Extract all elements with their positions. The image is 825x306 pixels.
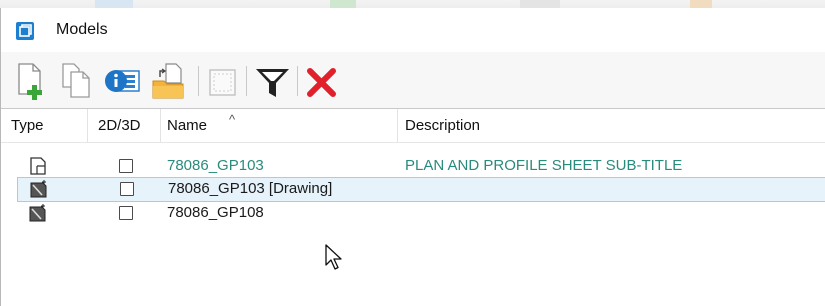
2d3d-checkbox[interactable] xyxy=(119,206,133,220)
2d3d-checkbox[interactable] xyxy=(120,182,134,196)
import-folder-icon xyxy=(152,63,184,99)
toolbar xyxy=(1,52,825,109)
import-model-button[interactable] xyxy=(150,61,190,101)
table-row[interactable]: 78086_GP103 [Drawing] xyxy=(17,177,825,202)
new-model-button[interactable] xyxy=(15,61,51,101)
drawing-model-icon xyxy=(30,180,47,198)
toolbar-separator xyxy=(198,66,199,96)
toolbar-separator xyxy=(297,66,298,96)
sheet-model-icon xyxy=(30,157,46,175)
column-header-name[interactable]: Name xyxy=(161,109,398,142)
mouse-pointer-icon xyxy=(325,244,342,270)
new-model-icon xyxy=(18,63,42,100)
window-title: Models xyxy=(56,21,108,38)
title-bar[interactable]: Models xyxy=(1,8,825,52)
model-properties-button[interactable] xyxy=(103,61,143,101)
copy-model-button[interactable] xyxy=(59,61,95,101)
delete-model-button[interactable] xyxy=(305,61,339,101)
model-name: 78086_GP103 [Drawing] xyxy=(168,180,333,197)
column-header-description[interactable]: Description xyxy=(398,109,825,142)
column-header-row: Type 2D/3D Name ^ Description xyxy=(1,109,825,143)
table-row[interactable]: 78086_GP103 PLAN AND PROFILE SHEET SUB-T… xyxy=(1,154,825,177)
red-x-delete-icon xyxy=(307,68,336,97)
model-name: 78086_GP108 xyxy=(167,204,264,221)
filter-funnel-icon xyxy=(256,69,289,97)
sort-ascending-icon: ^ xyxy=(229,112,236,127)
fit-view-button[interactable] xyxy=(207,61,239,101)
properties-icon xyxy=(105,70,140,92)
column-header-2d3d[interactable]: 2D/3D xyxy=(88,109,161,142)
drawing-model-icon xyxy=(29,204,46,222)
models-dialog: Models Type 2D/3D Name ^ Description 780… xyxy=(0,8,825,306)
toolbar-separator xyxy=(246,66,247,96)
column-header-type[interactable]: Type xyxy=(1,109,88,142)
blank-frame-icon xyxy=(209,69,236,96)
model-description: PLAN AND PROFILE SHEET SUB-TITLE xyxy=(405,157,683,174)
copy-model-icon xyxy=(62,63,90,98)
model-name: 78086_GP103 xyxy=(167,157,264,174)
table-row[interactable]: 78086_GP108 xyxy=(1,201,825,224)
models-list[interactable]: Type 2D/3D Name ^ Description 78086_GP10… xyxy=(1,109,825,306)
2d3d-checkbox[interactable] xyxy=(119,159,133,173)
models-window-icon xyxy=(16,22,34,40)
filter-button[interactable] xyxy=(254,61,292,101)
